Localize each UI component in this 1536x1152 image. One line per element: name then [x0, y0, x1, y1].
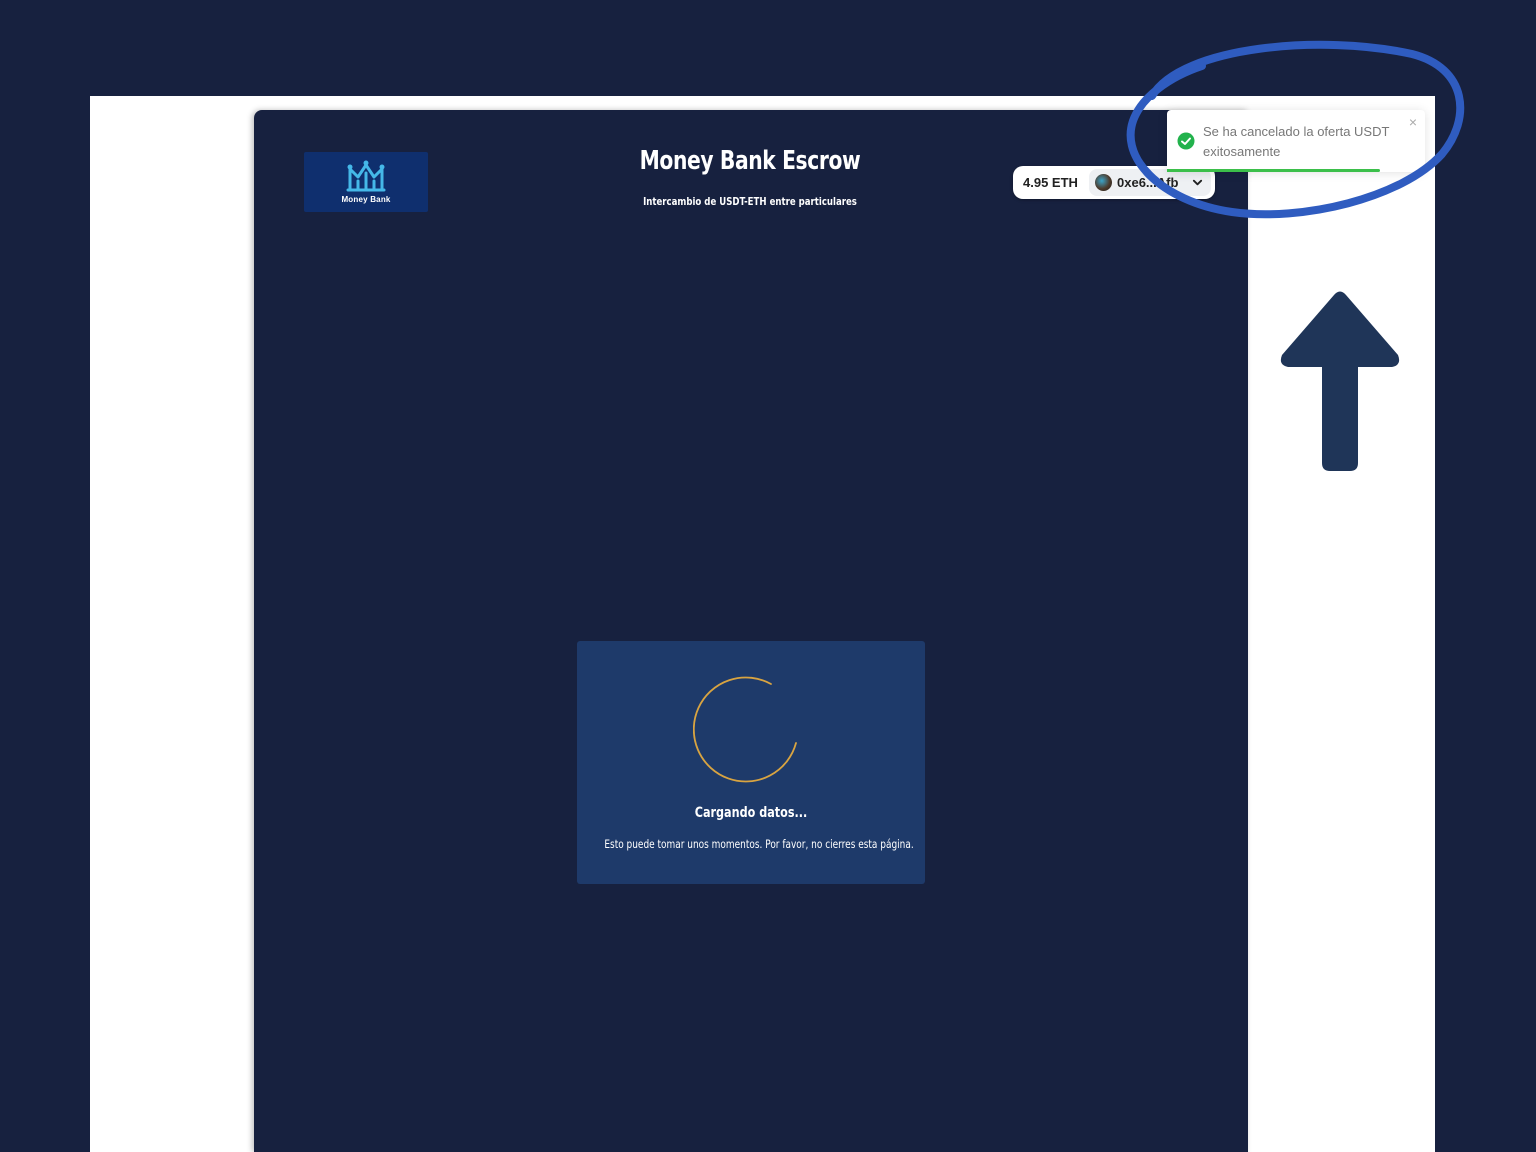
loading-message: Esto puede tomar unos momentos. Por favo… — [604, 837, 914, 851]
wallet-balance: 4.95 ETH — [1023, 175, 1078, 190]
logo-text: Money Bank — [341, 195, 391, 204]
up-arrow-icon — [1280, 291, 1400, 471]
app-window — [254, 110, 1248, 1152]
crown-chart-icon — [346, 160, 386, 192]
page-subtitle: Intercambio de USDT-ETH entre particular… — [643, 195, 857, 208]
wallet-avatar-icon — [1095, 174, 1112, 191]
annotation-circle — [1126, 40, 1465, 219]
loading-title: Cargando datos... — [694, 805, 808, 821]
loading-card: Cargando datos... Esto puede tomar unos … — [577, 641, 925, 884]
page-title: Money Bank Escrow — [639, 146, 861, 176]
logo[interactable]: Money Bank — [304, 152, 428, 212]
loading-spinner-icon — [693, 676, 797, 783]
